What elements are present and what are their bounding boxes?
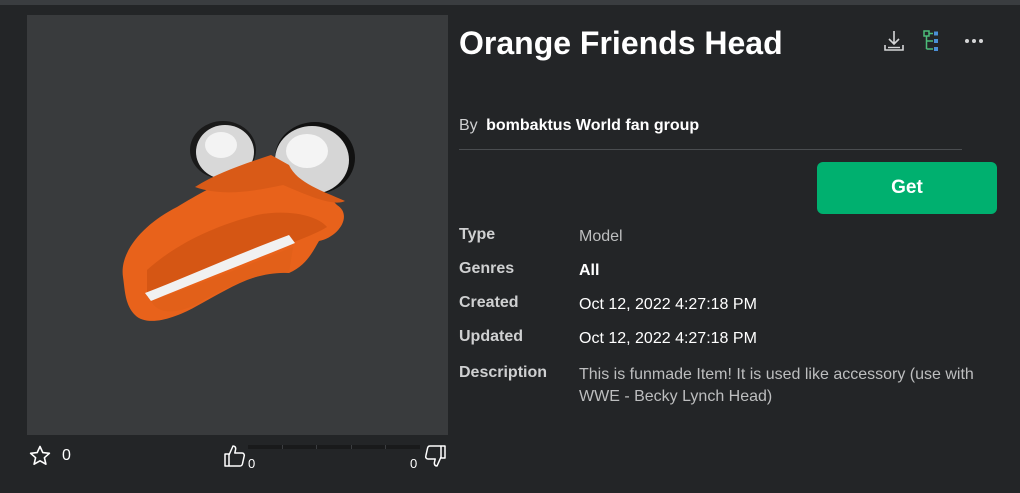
get-button[interactable]: Get bbox=[817, 162, 997, 214]
more-options-icon[interactable] bbox=[961, 28, 987, 54]
model-preview[interactable] bbox=[27, 15, 448, 435]
download-icon[interactable] bbox=[881, 28, 907, 54]
downvote-count: 0 bbox=[410, 456, 418, 471]
favorite-control[interactable]: 0 bbox=[28, 444, 71, 468]
updated-label: Updated bbox=[459, 328, 523, 345]
star-icon[interactable] bbox=[28, 444, 52, 468]
description-value: This is funmade Item! It is used like ac… bbox=[579, 366, 974, 405]
item-actions bbox=[881, 28, 987, 54]
thumbs-up-icon[interactable] bbox=[222, 443, 248, 474]
vote-bar-tick bbox=[351, 445, 352, 449]
top-strip bbox=[0, 0, 1020, 5]
genres-label: Genres bbox=[459, 260, 515, 277]
vote-control: 0 0 bbox=[222, 443, 448, 471]
item-title: Orange Friends Head bbox=[459, 25, 783, 61]
by-label: By bbox=[459, 117, 478, 134]
type-label: Type bbox=[459, 226, 496, 243]
updated-value: Oct 12, 2022 4:27:18 PM bbox=[579, 330, 757, 347]
thumbs-down-icon[interactable] bbox=[422, 443, 448, 474]
favorite-count: 0 bbox=[62, 447, 71, 464]
vote-ratio-bar bbox=[248, 445, 420, 449]
vote-bar-tick bbox=[316, 445, 317, 449]
created-value: Oct 12, 2022 4:27:18 PM bbox=[579, 296, 757, 313]
type-value: Model bbox=[579, 228, 623, 245]
hierarchy-icon[interactable] bbox=[921, 28, 947, 54]
vote-bar-tick bbox=[385, 445, 386, 449]
model-thumbnail bbox=[122, 121, 355, 321]
vote-bar-tick bbox=[282, 445, 283, 449]
upvote-count: 0 bbox=[248, 456, 256, 471]
divider bbox=[459, 149, 962, 150]
creator-link[interactable]: bombaktus World fan group bbox=[486, 117, 699, 134]
created-label: Created bbox=[459, 294, 519, 311]
genres-value[interactable]: All bbox=[579, 260, 999, 282]
creator-byline: By bombaktus World fan group bbox=[459, 117, 699, 135]
description-label: Description bbox=[459, 364, 548, 381]
